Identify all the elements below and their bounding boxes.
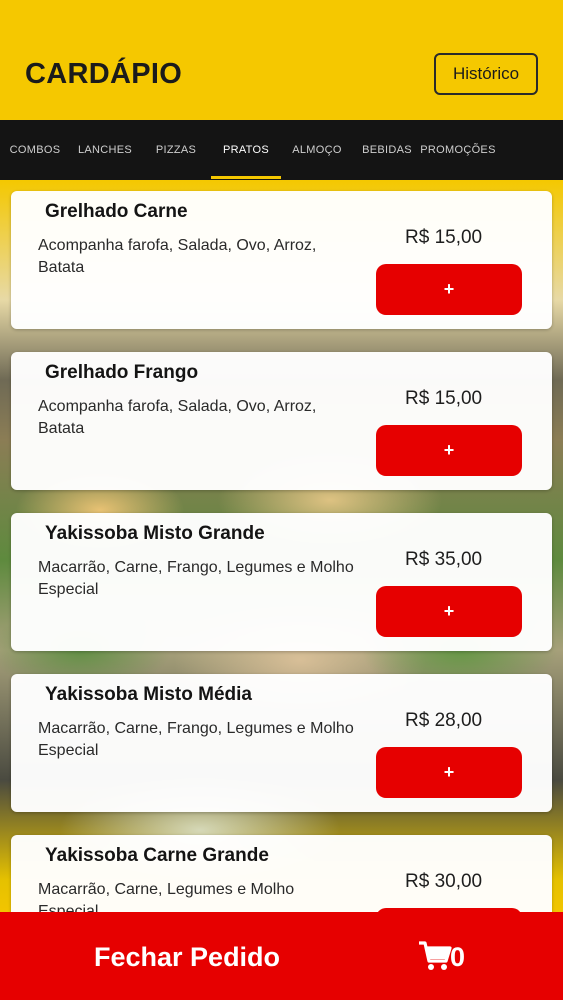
tab-promocoes[interactable]: PROMOÇÕES (420, 120, 495, 180)
add-item-button[interactable]: + (376, 747, 522, 798)
item-description: Macarrão, Carne, Frango, Legumes e Molho… (38, 720, 354, 759)
menu-item-card: Yakissoba Carne Grande Macarrão, Carne, … (11, 835, 552, 912)
item-name: Grelhado Carne (45, 201, 188, 222)
item-description: Macarrão, Carne, Legumes e Molho Especia… (38, 881, 295, 912)
app-header: CARDÁPIO Histórico (0, 0, 563, 120)
footer-bar: Fechar Pedido 0 (0, 912, 563, 1000)
item-name: Grelhado Frango (45, 362, 199, 383)
item-price: R$ 15,00 (405, 388, 483, 409)
item-price: R$ 35,00 (405, 549, 483, 570)
item-name: Yakissoba Misto Média (45, 684, 252, 705)
item-price: R$ 30,00 (405, 871, 483, 892)
menu-item-card: Yakissoba Misto Média Macarrão, Carne, F… (11, 674, 552, 812)
tab-bebidas[interactable]: BEBIDAS (357, 120, 417, 180)
item-description: Acompanha farofa, Salada, Ovo, Arroz, Ba… (38, 237, 317, 276)
history-button[interactable]: Histórico (434, 53, 538, 95)
menu-item-card: Grelhado Frango Acompanha farofa, Salada… (11, 352, 552, 490)
tab-pizzas[interactable]: PIZZAS (146, 120, 206, 180)
menu-item-card: Yakissoba Misto Grande Macarrão, Carne, … (11, 513, 552, 651)
add-item-button[interactable]: + (376, 264, 522, 315)
add-item-button[interactable]: + (376, 586, 522, 637)
close-order-button[interactable]: Fechar Pedido (94, 942, 280, 973)
menu-item-card: Grelhado Carne Acompanha farofa, Salada,… (11, 191, 552, 329)
item-description: Acompanha farofa, Salada, Ovo, Arroz, Ba… (38, 398, 317, 437)
menu-list: Grelhado Carne Acompanha farofa, Salada,… (0, 180, 563, 912)
item-price: R$ 15,00 (405, 227, 483, 248)
item-description: Macarrão, Carne, Frango, Legumes e Molho… (38, 559, 354, 598)
active-tab-indicator (211, 176, 281, 179)
item-name: Yakissoba Carne Grande (45, 845, 269, 866)
cart-icon[interactable] (418, 940, 452, 972)
cart-count: 0 (450, 942, 466, 972)
tab-almoco[interactable]: ALMOÇO (285, 120, 349, 180)
item-name: Yakissoba Misto Grande (45, 523, 265, 544)
category-tabs: COMBOS LANCHES PIZZAS PRATOS ALMOÇO BEBI… (0, 120, 563, 285)
tab-lanches[interactable]: LANCHES (72, 120, 138, 180)
item-price: R$ 28,00 (405, 710, 483, 731)
page-title: CARDÁPIO (25, 58, 183, 90)
tab-pratos[interactable]: PRATOS (211, 120, 281, 180)
tab-combos[interactable]: COMBOS (5, 120, 65, 180)
add-item-button[interactable]: + (376, 425, 522, 476)
